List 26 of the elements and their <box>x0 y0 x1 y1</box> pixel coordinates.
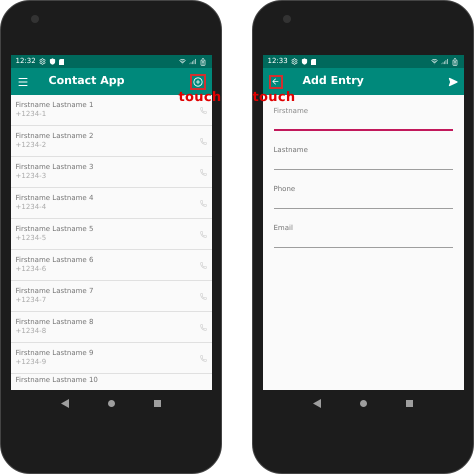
camera-icon <box>283 15 291 23</box>
gear-icon <box>290 58 298 65</box>
send-icon[interactable] <box>448 76 458 86</box>
sd-card-icon <box>310 58 316 64</box>
back-triangle-icon[interactable] <box>312 398 321 408</box>
camera-icon <box>31 15 39 23</box>
battery-icon <box>198 58 206 66</box>
menu-icon[interactable] <box>16 76 28 88</box>
app-title: Add Entry <box>302 73 365 90</box>
shield-icon <box>48 58 56 65</box>
battery-icon <box>450 58 458 66</box>
signal-icon <box>440 58 448 65</box>
back-arrow-icon <box>271 77 280 86</box>
shield-icon <box>300 58 308 65</box>
back-button[interactable] <box>268 74 282 88</box>
add-button[interactable] <box>190 74 206 90</box>
back-triangle-icon[interactable] <box>60 398 69 408</box>
wifi-icon <box>430 58 438 65</box>
add-circle-icon <box>192 76 202 86</box>
gear-icon <box>38 58 46 65</box>
wifi-icon <box>178 58 186 65</box>
sd-card-icon <box>58 58 64 64</box>
square-icon[interactable] <box>154 400 162 406</box>
signal-icon <box>188 58 196 65</box>
app-title: Contact App <box>48 73 126 90</box>
square-icon[interactable] <box>406 400 414 406</box>
